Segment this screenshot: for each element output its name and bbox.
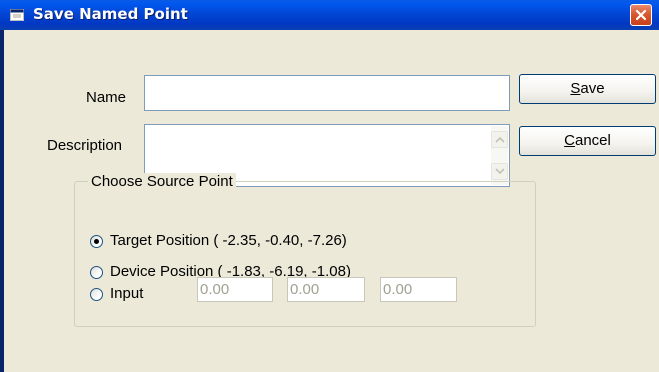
save-button[interactable]: Save [519, 74, 656, 104]
save-button-label: ave [580, 80, 605, 97]
close-icon [635, 9, 647, 21]
input-x-field[interactable] [197, 277, 273, 302]
radio-label: Input [110, 285, 144, 302]
close-button[interactable] [630, 4, 652, 26]
radio-button[interactable] [90, 266, 103, 279]
radio-button[interactable] [90, 235, 103, 248]
scroll-down-button[interactable] [491, 163, 508, 180]
radio-label: Target Position ( -2.35, -0.40, -7.26) [110, 232, 347, 249]
input-y-field[interactable] [287, 277, 365, 302]
group-title: Choose Source Point [88, 173, 236, 190]
name-label: Name [86, 89, 127, 106]
radio-button[interactable] [90, 288, 103, 301]
description-scrollbar[interactable] [491, 126, 508, 185]
cancel-button-label: ancel [574, 132, 611, 149]
chevron-up-icon [495, 136, 505, 143]
input-z-field[interactable] [380, 277, 457, 302]
save-named-point-dialog: Save Named Point Name Description Save C… [0, 0, 659, 372]
chevron-down-icon [495, 168, 505, 175]
choose-source-point-group [74, 181, 536, 327]
title-bar[interactable]: Save Named Point [0, 0, 659, 30]
radio-selected-dot [94, 239, 99, 244]
save-button-mnemonic: S [570, 80, 581, 97]
window-app-icon [10, 9, 24, 21]
window-title: Save Named Point [33, 5, 188, 23]
name-input[interactable] [144, 75, 510, 111]
description-label: Description [47, 137, 123, 154]
cancel-button[interactable]: Cancel [519, 126, 656, 156]
scroll-up-button[interactable] [491, 131, 508, 148]
cancel-button-mnemonic: C [564, 132, 575, 149]
